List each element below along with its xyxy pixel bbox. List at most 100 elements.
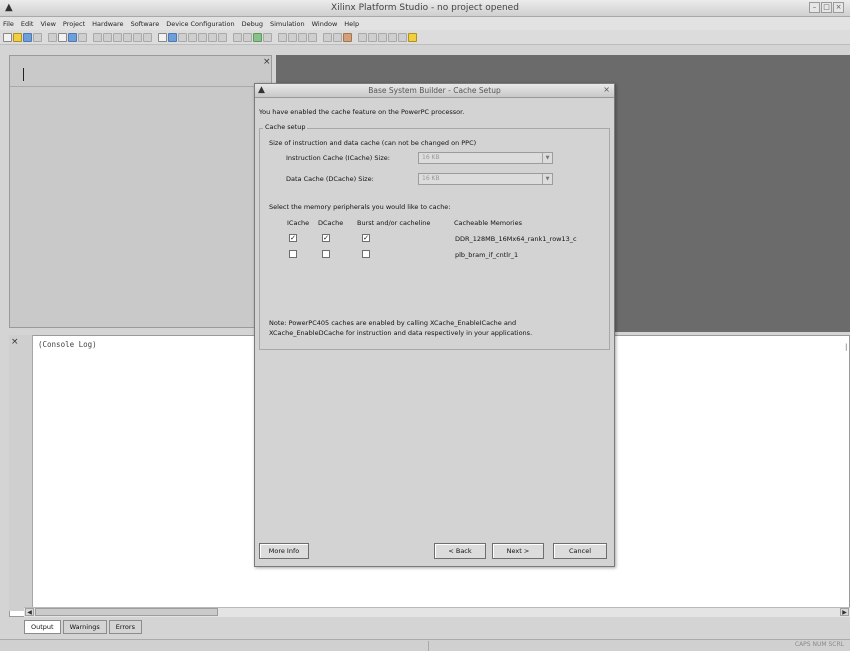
zoom-in-icon[interactable] — [378, 32, 387, 42]
console-side-bar — [9, 335, 33, 611]
tile-icon[interactable] — [208, 32, 217, 42]
zoom-out-icon[interactable] — [388, 32, 397, 42]
goto-icon[interactable] — [133, 32, 142, 42]
help-icon[interactable] — [408, 32, 417, 42]
console-log-label: (Console Log) — [38, 340, 97, 349]
status-bar: CAPS NUM SCRL — [0, 639, 850, 651]
menu-help[interactable]: Help — [344, 20, 359, 28]
horizontal-scroll-thumb[interactable] — [35, 608, 218, 616]
window-title-bar: ▲ Xilinx Platform Studio - no project op… — [0, 0, 850, 17]
platform-icon[interactable] — [323, 32, 332, 42]
menu-edit[interactable]: Edit — [21, 20, 34, 28]
row2-dcache-checkbox[interactable] — [322, 250, 330, 258]
minimize-button[interactable]: – — [809, 2, 820, 13]
compile-icon[interactable] — [288, 32, 297, 42]
undo-icon[interactable] — [93, 32, 102, 42]
menu-debug[interactable]: Debug — [242, 20, 263, 28]
menu-hardware[interactable]: Hardware — [92, 20, 123, 28]
chevron-down-icon: ▼ — [542, 153, 552, 163]
tab-errors[interactable]: Errors — [108, 620, 142, 634]
column-icache: ICache — [287, 219, 310, 227]
console-tabs: Output Warnings Errors — [24, 620, 142, 634]
status-indicators: CAPS NUM SCRL — [794, 641, 844, 648]
row2-memory-name: plb_bram_if_cntlr_1 — [455, 251, 519, 259]
toolbar — [0, 30, 850, 45]
chevron-down-icon: ▼ — [542, 174, 552, 184]
close-button[interactable]: × — [833, 2, 844, 13]
close-panel-icon[interactable]: × — [263, 57, 271, 67]
row2-icache-checkbox[interactable] — [289, 250, 297, 258]
maximize-button[interactable]: □ — [821, 2, 832, 13]
dcache-size-select: 16 KB ▼ — [418, 173, 553, 185]
fit-icon[interactable] — [398, 32, 407, 42]
download-icon[interactable] — [253, 32, 262, 42]
find-icon[interactable] — [113, 32, 122, 42]
open-folder-icon[interactable] — [13, 32, 22, 42]
column-burst-cacheline: Burst and/or cacheline — [357, 219, 431, 227]
back-button[interactable]: < Back — [434, 543, 486, 559]
paste-icon[interactable] — [68, 32, 77, 42]
more-info-button[interactable]: More Info — [259, 543, 309, 559]
cancel-button[interactable]: Cancel — [553, 543, 607, 559]
settings-icon[interactable] — [333, 32, 342, 42]
menu-view[interactable]: View — [40, 20, 55, 28]
stop-icon[interactable] — [358, 32, 367, 42]
next-button[interactable]: Next > — [492, 543, 544, 559]
generate-netlist-icon[interactable] — [233, 32, 242, 42]
window-controls: – □ × — [809, 2, 844, 13]
library-icon[interactable] — [278, 32, 287, 42]
binoculars-icon[interactable] — [143, 32, 152, 42]
note-line-1: Note: PowerPC405 caches are enabled by c… — [269, 319, 517, 327]
menu-bar: File Edit View Project Hardware Software… — [0, 17, 850, 30]
tab-warnings[interactable]: Warnings — [62, 620, 107, 634]
cache-size-heading: Size of instruction and data cache (can … — [269, 139, 477, 147]
cascade-icon[interactable] — [198, 32, 207, 42]
dcache-size-label: Data Cache (DCache) Size: — [286, 175, 374, 183]
menu-project[interactable]: Project — [63, 20, 85, 28]
close-console-icon[interactable]: × — [11, 337, 19, 347]
column-dcache: DCache — [318, 219, 344, 227]
peripherals-heading: Select the memory peripherals you would … — [269, 203, 451, 211]
window-icon[interactable] — [158, 32, 167, 42]
pause-icon[interactable] — [368, 32, 377, 42]
bookmark-icon[interactable] — [123, 32, 132, 42]
scroll-right-icon[interactable]: ▶ — [840, 608, 849, 616]
icache-size-value: 16 KB — [422, 154, 440, 161]
tab-output[interactable]: Output — [24, 620, 61, 634]
menu-window[interactable]: Window — [312, 20, 338, 28]
panel-divider — [10, 86, 271, 87]
menu-simulation[interactable]: Simulation — [270, 20, 305, 28]
text-cursor — [23, 68, 24, 81]
clean-icon[interactable] — [308, 32, 317, 42]
dialog-close-icon[interactable]: × — [603, 85, 610, 94]
grid-icon[interactable] — [188, 32, 197, 42]
build-icon[interactable] — [298, 32, 307, 42]
redo-icon[interactable] — [103, 32, 112, 42]
menu-file[interactable]: File — [3, 20, 14, 28]
row1-icache-checkbox[interactable]: ✓ — [289, 234, 297, 242]
delete-icon[interactable] — [78, 32, 87, 42]
menu-software[interactable]: Software — [131, 20, 160, 28]
view-icon[interactable] — [168, 32, 177, 42]
menu-device-configuration[interactable]: Device Configuration — [166, 20, 234, 28]
new-file-icon[interactable] — [3, 32, 12, 42]
row1-burst-checkbox[interactable]: ✓ — [362, 234, 370, 242]
column-cacheable-memories: Cacheable Memories — [454, 219, 522, 227]
dcache-size-value: 16 KB — [422, 175, 440, 182]
window-title: Xilinx Platform Studio - no project open… — [331, 3, 519, 13]
cut-icon[interactable] — [48, 32, 57, 42]
dialog-title: Base System Builder - Cache Setup — [368, 86, 501, 95]
save-icon[interactable] — [23, 32, 32, 42]
project-panel[interactable] — [9, 55, 272, 328]
row2-burst-checkbox[interactable] — [362, 250, 370, 258]
save-all-icon[interactable] — [33, 32, 42, 42]
generate-bitstream-icon[interactable] — [243, 32, 252, 42]
row1-dcache-checkbox[interactable]: ✓ — [322, 234, 330, 242]
scroll-left-icon[interactable]: ◀ — [25, 608, 34, 616]
debug-icon[interactable] — [218, 32, 227, 42]
layout-icon[interactable] — [178, 32, 187, 42]
sim-icon[interactable] — [263, 32, 272, 42]
bus-icon[interactable] — [343, 32, 352, 42]
copy-icon[interactable] — [58, 32, 67, 42]
cache-setup-group-label: Cache setup — [263, 123, 308, 131]
